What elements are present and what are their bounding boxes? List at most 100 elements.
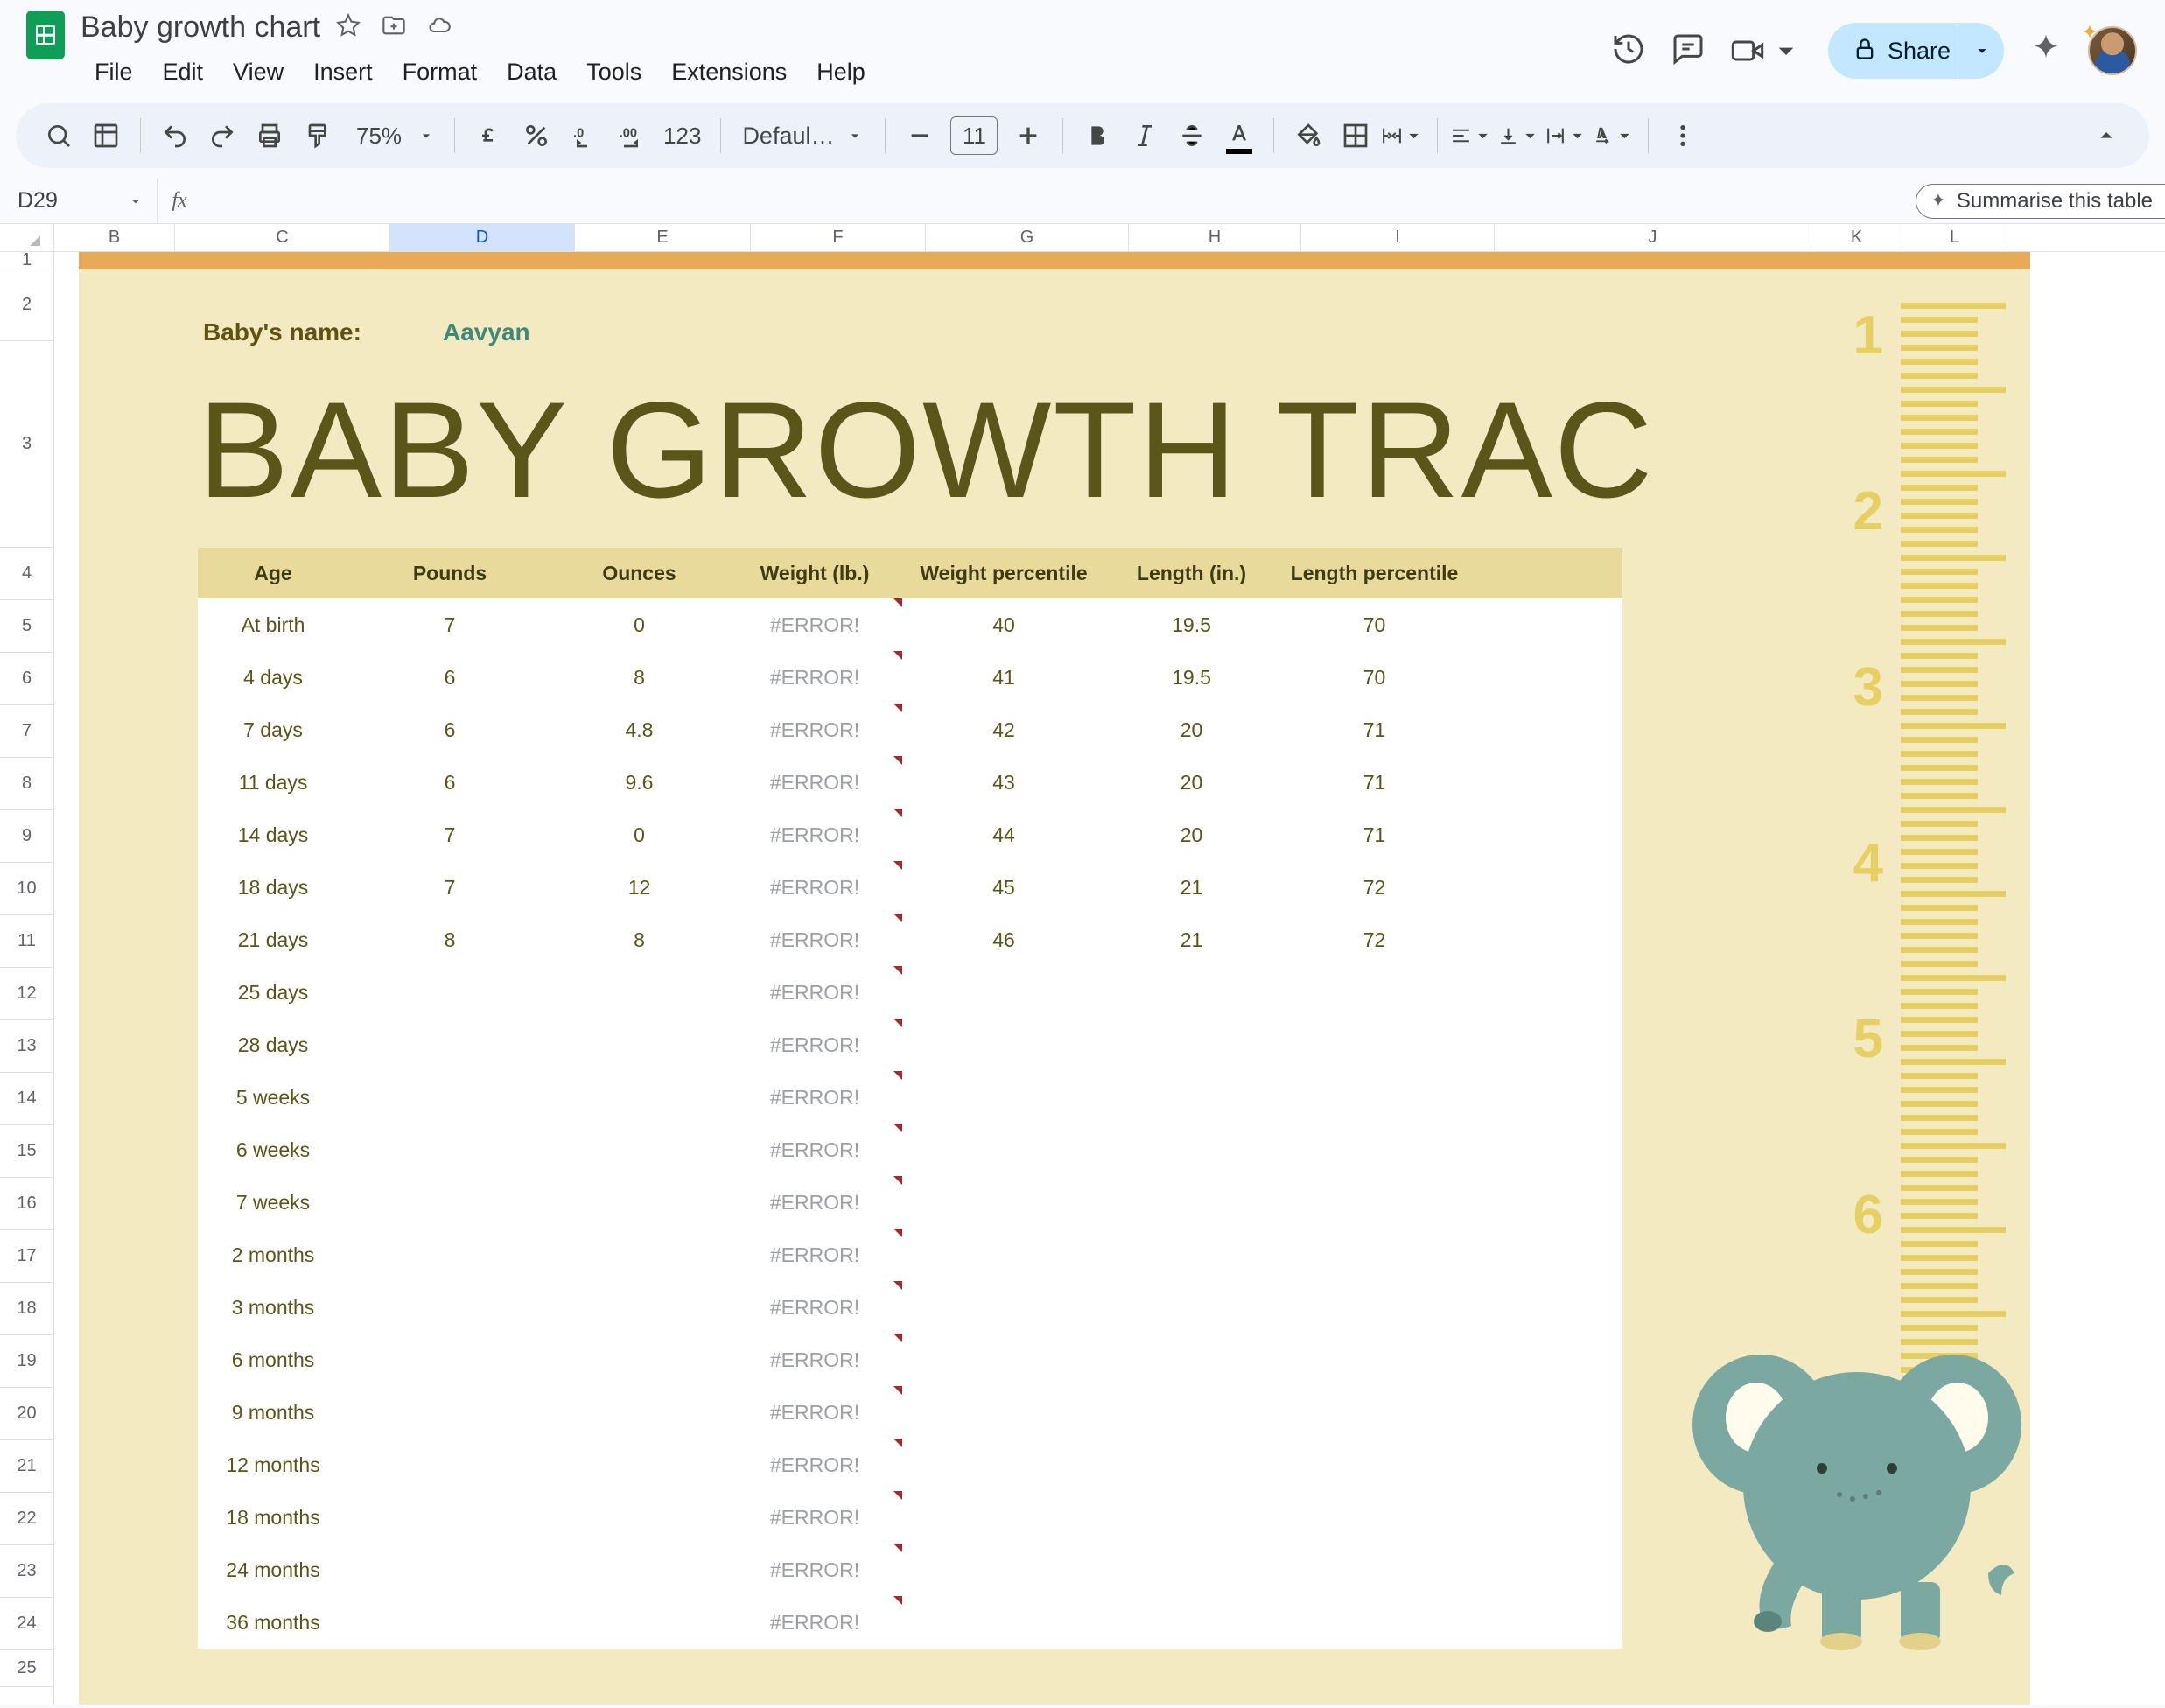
row-header-13[interactable]: 13 [0,1020,53,1073]
table-cell[interactable]: At birth [198,613,348,637]
table-cell[interactable]: 6 [348,718,551,742]
row-header-14[interactable]: 14 [0,1073,53,1125]
note-indicator-icon[interactable] [893,914,902,922]
row-header-18[interactable]: 18 [0,1283,53,1335]
text-color-icon[interactable] [1217,114,1261,158]
column-header-B[interactable]: B [54,224,175,251]
account-avatar[interactable] [2088,26,2137,75]
table-cell[interactable]: 8 [348,928,551,952]
font-select[interactable]: Defaul… [733,122,872,150]
table-cell[interactable]: 45 [902,876,1105,900]
row-header-15[interactable]: 15 [0,1125,53,1178]
font-size-input[interactable] [950,116,998,155]
vertical-align-icon[interactable] [1497,114,1541,158]
table-cell[interactable]: #ERROR! [727,1086,902,1110]
table-cell[interactable]: 8 [551,666,727,690]
star-icon[interactable] [336,13,361,42]
table-cell[interactable]: 9 months [198,1401,348,1424]
note-indicator-icon[interactable] [893,1176,902,1185]
table-cell[interactable]: 70 [1278,666,1471,690]
table-cell[interactable]: #ERROR! [727,613,902,637]
column-header-C[interactable]: C [175,224,390,251]
decrease-font-icon[interactable] [898,114,942,158]
summarise-button[interactable]: Summarise this table [1916,184,2165,219]
table-cell[interactable]: 72 [1278,876,1471,900]
table-cell[interactable]: 18 days [198,876,348,900]
table-cell[interactable]: 20 [1105,823,1278,847]
column-header-J[interactable]: J [1495,224,1811,251]
table-cell[interactable]: #ERROR! [727,928,902,952]
note-indicator-icon[interactable] [893,1596,902,1605]
table-header-cell[interactable]: Length percentile [1278,562,1471,585]
table-header-cell[interactable]: Ounces [551,562,727,585]
row-header-3[interactable]: 3 [0,341,53,548]
menu-insert[interactable]: Insert [299,53,387,91]
table-cell[interactable]: 6 [348,771,551,794]
table-cell[interactable]: #ERROR! [727,1296,902,1320]
table-cell[interactable]: 46 [902,928,1105,952]
row-header-7[interactable]: 7 [0,705,53,758]
table-cell[interactable]: 24 months [198,1558,348,1582]
gemini-icon[interactable] [2028,32,2063,71]
table-view-icon[interactable] [84,114,128,158]
more-icon[interactable] [1661,114,1705,158]
table-cell[interactable]: 4 days [198,666,348,690]
percent-icon[interactable] [515,114,558,158]
bold-icon[interactable] [1075,114,1119,158]
paint-format-icon[interactable] [295,114,339,158]
note-indicator-icon[interactable] [893,1491,902,1500]
table-cell[interactable]: #ERROR! [727,666,902,690]
table-cell[interactable]: 44 [902,823,1105,847]
table-cell[interactable]: 0 [551,613,727,637]
undo-icon[interactable] [153,114,197,158]
strikethrough-icon[interactable] [1170,114,1214,158]
table-cell[interactable]: 20 [1105,771,1278,794]
table-cell[interactable]: 20 [1105,718,1278,742]
table-cell[interactable]: 5 weeks [198,1086,348,1110]
table-cell[interactable]: 7 [348,613,551,637]
note-indicator-icon[interactable] [893,1018,902,1027]
menu-tools[interactable]: Tools [572,53,655,91]
row-header-5[interactable]: 5 [0,600,53,653]
menu-extensions[interactable]: Extensions [657,53,801,91]
table-cell[interactable]: 12 [551,876,727,900]
table-cell[interactable]: 7 [348,876,551,900]
text-wrap-icon[interactable] [1545,114,1588,158]
table-cell[interactable]: 36 months [198,1611,348,1634]
column-header-F[interactable]: F [751,224,926,251]
table-cell[interactable]: #ERROR! [727,823,902,847]
note-indicator-icon[interactable] [893,808,902,817]
table-header-cell[interactable]: Length (in.) [1105,562,1278,585]
note-indicator-icon[interactable] [893,1438,902,1447]
table-cell[interactable]: 72 [1278,928,1471,952]
table-cell[interactable]: 7 [348,823,551,847]
table-cell[interactable]: 0 [551,823,727,847]
redo-icon[interactable] [200,114,244,158]
move-icon[interactable] [382,13,406,42]
history-icon[interactable] [1611,32,1646,71]
column-header-K[interactable]: K [1811,224,1902,251]
menu-format[interactable]: Format [389,53,492,91]
row-header-4[interactable]: 4 [0,548,53,600]
search-icon[interactable] [37,114,81,158]
table-cell[interactable]: 7 weeks [198,1191,348,1214]
note-indicator-icon[interactable] [893,756,902,765]
format-123-button[interactable]: 123 [656,122,708,150]
row-header-20[interactable]: 20 [0,1388,53,1440]
table-cell[interactable]: 41 [902,666,1105,690]
note-indicator-icon[interactable] [893,651,902,660]
column-header-I[interactable]: I [1301,224,1495,251]
table-cell[interactable]: 71 [1278,718,1471,742]
note-indicator-icon[interactable] [893,1071,902,1080]
table-cell[interactable]: #ERROR! [727,1611,902,1634]
table-cell[interactable]: 19.5 [1105,613,1278,637]
name-box[interactable]: D29 [0,178,158,223]
note-indicator-icon[interactable] [893,1334,902,1342]
table-cell[interactable]: 11 days [198,771,348,794]
horizontal-align-icon[interactable] [1450,114,1494,158]
decrease-decimal-icon[interactable]: .0 [562,114,606,158]
menu-file[interactable]: File [81,53,147,91]
table-cell[interactable]: 43 [902,771,1105,794]
table-cell[interactable]: 21 [1105,876,1278,900]
text-rotation-icon[interactable] [1592,114,1636,158]
